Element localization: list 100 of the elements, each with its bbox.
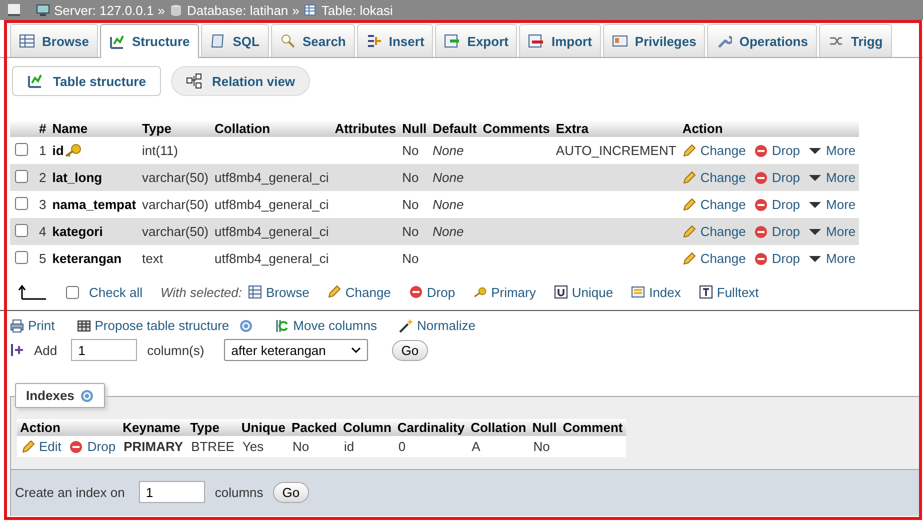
tab-icon bbox=[186, 73, 202, 89]
tab[interactable]: Structure bbox=[100, 24, 199, 58]
edit-link[interactable]: Edit bbox=[21, 437, 62, 456]
drop-link[interactable]: Drop bbox=[754, 168, 800, 187]
drop-icon bbox=[408, 285, 423, 299]
sub-tab[interactable]: Table structure bbox=[12, 66, 161, 96]
change-link[interactable]: Change bbox=[327, 284, 391, 300]
column-header: Packed bbox=[288, 419, 340, 436]
create-index-label: Create an index on bbox=[15, 484, 125, 500]
sub-tab[interactable]: Relation view bbox=[170, 66, 310, 96]
tab[interactable]: Export bbox=[435, 24, 518, 57]
column-header: Collation bbox=[212, 120, 332, 137]
chevron-down-icon bbox=[351, 347, 362, 353]
table-cell: varchar(50) bbox=[142, 197, 209, 212]
key-icon bbox=[473, 285, 488, 299]
help-icon[interactable] bbox=[80, 388, 94, 402]
move-link[interactable]: Move columns bbox=[275, 318, 377, 333]
pencil-icon bbox=[21, 440, 35, 454]
change-link[interactable]: Change bbox=[682, 141, 746, 160]
primary-link[interactable]: Primary bbox=[473, 284, 536, 300]
drop-link[interactable]: Drop bbox=[754, 195, 800, 214]
index-link[interactable]: Index bbox=[631, 284, 681, 300]
arrow-up-icon bbox=[18, 284, 48, 300]
table-cell: 3 bbox=[39, 197, 46, 212]
column-count-field[interactable]: 1 bbox=[71, 339, 138, 361]
change-link[interactable]: Change bbox=[682, 168, 746, 187]
more-link[interactable]: More bbox=[808, 222, 856, 241]
print-link[interactable]: Print bbox=[10, 318, 55, 333]
position-dropdown[interactable]: after keterangan bbox=[224, 339, 368, 361]
propose-link[interactable]: Propose table structure bbox=[76, 318, 254, 333]
drop-link[interactable]: Drop bbox=[754, 222, 800, 241]
column-header: Action bbox=[17, 419, 120, 436]
table-cell: utf8mb4_general_ci bbox=[214, 197, 329, 212]
row-checkbox[interactable] bbox=[15, 250, 28, 264]
table-cell: No bbox=[402, 170, 419, 185]
drop-link[interactable]: Drop bbox=[754, 141, 800, 160]
column-header: Null bbox=[399, 120, 430, 137]
more-link[interactable]: More bbox=[808, 195, 856, 214]
check-all-label[interactable]: Check all bbox=[89, 284, 142, 300]
table-cell: id bbox=[52, 143, 64, 158]
browse-link[interactable]: Browse bbox=[248, 284, 310, 300]
table-cell: varchar(50) bbox=[142, 170, 209, 185]
drop-link[interactable]: Drop bbox=[69, 437, 116, 456]
more-link[interactable]: More bbox=[808, 141, 856, 160]
row-checkbox[interactable] bbox=[15, 224, 28, 236]
table-cell: No bbox=[402, 251, 419, 266]
breadcrumb-link[interactable]: Server: 127.0.0.1 bbox=[54, 2, 154, 18]
tab-icon bbox=[444, 33, 460, 49]
tab[interactable]: Trigg bbox=[818, 24, 892, 57]
more-link[interactable]: More bbox=[808, 168, 856, 187]
table-cell: AUTO_INCREMENT bbox=[556, 143, 676, 158]
drop-icon bbox=[754, 144, 768, 158]
check-all-checkbox[interactable] bbox=[66, 286, 79, 298]
breadcrumb-link[interactable]: Database: latihan bbox=[186, 2, 288, 18]
table-cell: BTREE bbox=[191, 439, 234, 454]
drop-link[interactable]: Drop bbox=[754, 249, 800, 268]
unique-link[interactable]: Unique bbox=[554, 284, 614, 300]
index-column-count-field[interactable]: 1 bbox=[138, 481, 205, 503]
column-header: Null bbox=[529, 419, 560, 436]
fulltext-icon bbox=[698, 285, 713, 299]
tab-icon bbox=[210, 33, 226, 49]
index-icon bbox=[631, 285, 646, 299]
column-header: Comment bbox=[560, 419, 626, 436]
go-button[interactable]: Go bbox=[273, 482, 309, 502]
more-link[interactable]: More bbox=[808, 249, 856, 268]
tab[interactable]: Browse bbox=[10, 24, 98, 57]
row-checkbox[interactable] bbox=[15, 170, 28, 182]
help-icon[interactable] bbox=[239, 318, 254, 332]
column-header: Comments bbox=[480, 120, 553, 137]
tab[interactable]: Search bbox=[270, 24, 355, 57]
table-cell: 1 bbox=[39, 143, 46, 158]
tab[interactable]: Import bbox=[519, 24, 601, 57]
normalize-link[interactable]: Normalize bbox=[398, 318, 476, 333]
breadcrumb-link[interactable]: Table: lokasi bbox=[321, 2, 393, 18]
drop-link[interactable]: Drop bbox=[408, 284, 456, 300]
table-cell: lat_long bbox=[52, 170, 102, 185]
change-link[interactable]: Change bbox=[682, 249, 746, 268]
go-button[interactable]: Go bbox=[392, 340, 428, 360]
fulltext-link[interactable]: Fulltext bbox=[698, 284, 759, 300]
tab[interactable]: SQL bbox=[200, 24, 268, 57]
table-cell: utf8mb4_general_ci bbox=[214, 251, 329, 266]
add-label: Add bbox=[34, 342, 58, 358]
table-cell: PRIMARY bbox=[124, 439, 184, 454]
row-checkbox[interactable] bbox=[15, 196, 28, 210]
change-link[interactable]: Change bbox=[682, 195, 746, 214]
tab[interactable]: Privileges bbox=[602, 24, 706, 57]
change-link[interactable]: Change bbox=[682, 222, 746, 241]
legend-title: Indexes bbox=[26, 388, 74, 403]
with-selected-label: With selected: bbox=[160, 284, 242, 300]
table-cell: None bbox=[432, 224, 464, 239]
table-icon bbox=[303, 4, 318, 16]
tab[interactable]: Operations bbox=[707, 24, 817, 57]
table-cell: keterangan bbox=[52, 251, 122, 266]
table-cell: 5 bbox=[39, 251, 46, 266]
table-cell: No bbox=[292, 439, 310, 454]
table-icon bbox=[76, 318, 91, 332]
table-cell: No bbox=[402, 197, 419, 212]
row-checkbox[interactable] bbox=[15, 142, 28, 156]
collapse-icon[interactable] bbox=[8, 4, 20, 16]
tab[interactable]: Insert bbox=[356, 24, 434, 57]
